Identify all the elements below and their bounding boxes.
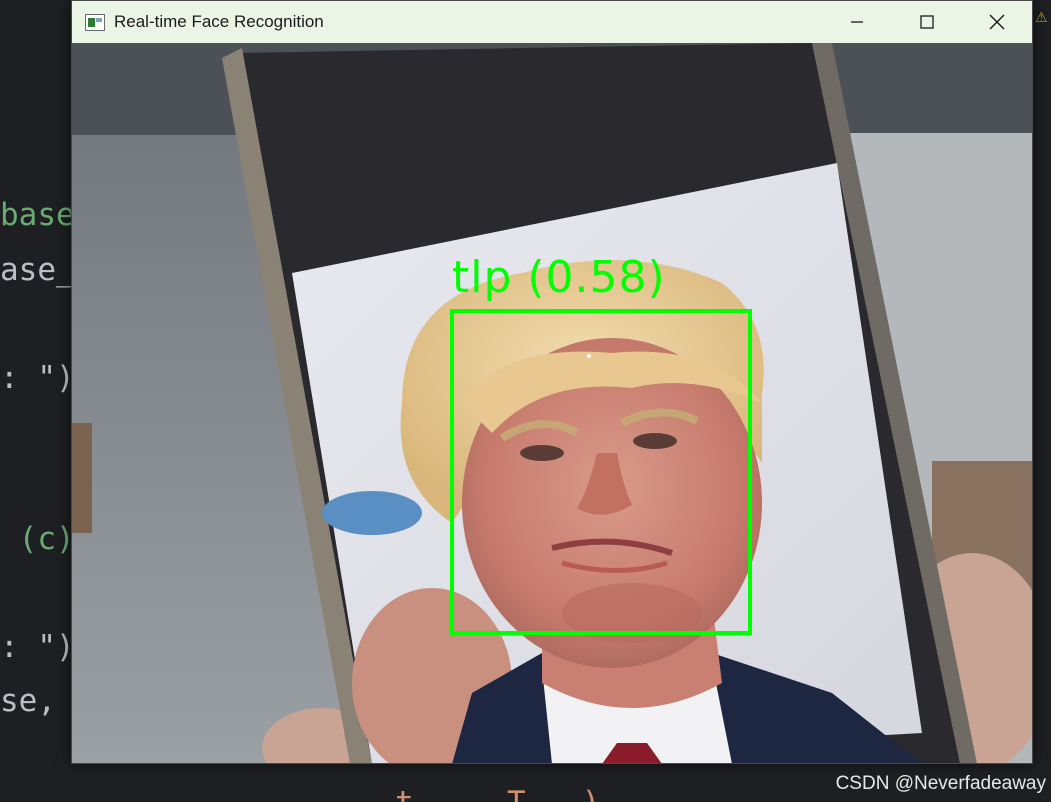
code-line: se, [0, 683, 56, 719]
code-line: t T ) [395, 785, 600, 802]
warning-icon: ⚠ [1035, 10, 1048, 26]
title-bar[interactable]: Real-time Face Recognition [72, 1, 1032, 43]
camera-feed: tlp (0.58) [72, 43, 1032, 763]
code-line: : ") [0, 629, 75, 665]
close-icon [989, 14, 1005, 30]
code-line: base [0, 197, 75, 233]
window-title: Real-time Face Recognition [114, 12, 324, 31]
face-recognition-window[interactable]: Real-time Face Recognition tlp (0.58) [71, 0, 1033, 764]
maximize-button[interactable] [892, 1, 962, 43]
code-line: : ") [0, 360, 75, 396]
face-bounding-box [450, 309, 752, 635]
minimize-button[interactable] [822, 1, 892, 43]
minimize-icon [851, 21, 863, 23]
face-detection-label: tlp (0.58) [452, 252, 666, 303]
watermark-text: CSDN @Neverfadeaway [835, 773, 1046, 794]
maximize-icon [920, 15, 934, 29]
close-button[interactable] [962, 1, 1032, 43]
image-window-icon [85, 13, 105, 31]
code-line: ase_ [0, 252, 75, 288]
code-line: (c) [0, 521, 75, 557]
